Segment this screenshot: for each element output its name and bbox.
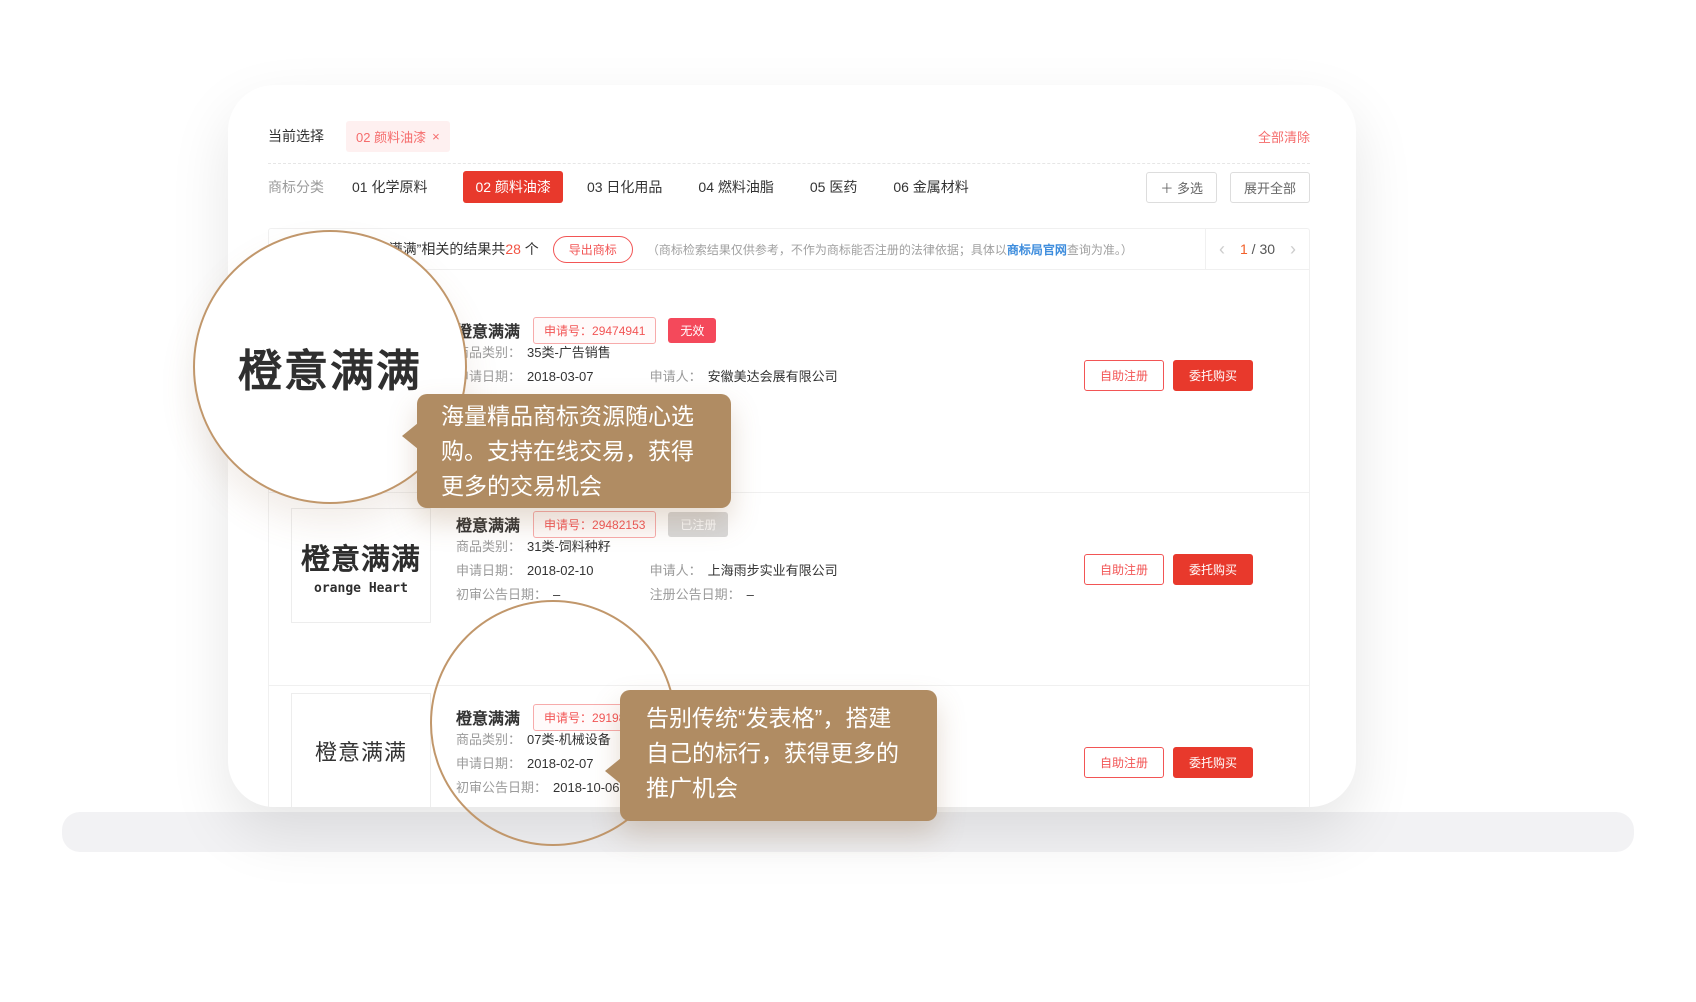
detail-line: 申请日期：2018-03-07 申请人：安徽美达会展有限公司 (456, 365, 838, 389)
tooltip-arrow-icon (402, 423, 418, 449)
detail-line: 申请日期： 2018-02-10 申请人： 上海雨步实业有限公司 (456, 559, 838, 583)
category-item-06[interactable]: 06 金属材料 (893, 177, 968, 197)
total-pages: 30 (1259, 241, 1275, 257)
entrust-purchase-button[interactable]: 委托购买 (1173, 747, 1253, 778)
remove-filter-icon[interactable]: × (432, 129, 440, 144)
trademark-logo-box: 橙意满满 (291, 693, 431, 807)
field-value: 35类-广告销售 (527, 345, 611, 360)
results-header: 为您检索到“橙意满满”相关的结果共28 个 导出商标 （商标检索结果仅供参考，不… (269, 229, 1309, 270)
selected-filter-tag-text: 02 颜料油漆 (356, 127, 426, 146)
field-value: 31类-饲料种籽 (527, 539, 611, 554)
row-main: 橙意满满 申请号：29482153 已注册 商品类别： 31类-饲料种籽 申请日期… (456, 513, 838, 607)
disclaimer-prefix: （商标检索结果仅供参考，不作为商标能否注册的法律依据；具体以 (647, 243, 1007, 257)
result-count: 28 (505, 241, 521, 257)
tooltip-line: 更多的交易机会 (441, 469, 731, 504)
field-value: 2018-02-10 (527, 563, 594, 578)
self-register-button[interactable]: 自助注册 (1084, 360, 1164, 391)
tooltip-arrow-icon (605, 758, 621, 784)
application-number-label: 申请号： (544, 324, 592, 338)
trademark-name[interactable]: 橙意满满 (456, 512, 520, 536)
field-label: 商品类别： (456, 539, 521, 554)
trademark-logo-text: 橙意满满 (315, 735, 407, 767)
table-row: 橙意满满 orange Heart 橙意满满 申请号：29482153 已注册 … (269, 492, 1309, 685)
self-register-button[interactable]: 自助注册 (1084, 747, 1164, 778)
current-selection-bar: 当前选择 02 颜料油漆 × 全部清除 (268, 121, 1310, 151)
tooltip-line: 海量精品商标资源随心选 (441, 399, 731, 434)
trademark-logo-subtext: orange Heart (314, 581, 408, 596)
field-value: 上海雨步实业有限公司 (708, 563, 838, 578)
category-item-03[interactable]: 03 日化用品 (587, 177, 662, 197)
tooltip-promotion: 告别传统“发表格”，搭建 自己的标行，获得更多的 推广机会 (620, 690, 937, 821)
trademark-office-link[interactable]: 商标局官网 (1007, 243, 1067, 257)
field-value: 安徽美达会展有限公司 (708, 369, 838, 384)
row-actions: 自助注册 委托购买 (1084, 360, 1253, 391)
field-value: 2018-03-07 (527, 369, 594, 384)
entrust-purchase-button[interactable]: 委托购买 (1173, 360, 1253, 391)
field-label: 申请人： (650, 563, 702, 578)
field-value: – (747, 587, 754, 602)
tooltip-line: 推广机会 (646, 771, 937, 806)
multi-select-button[interactable]: ＋ 多选 (1146, 172, 1217, 203)
page-indicator: 1 / 30 (1240, 241, 1275, 257)
category-item-02-selected[interactable]: 02 颜料油漆 (463, 171, 562, 203)
self-register-button[interactable]: 自助注册 (1084, 554, 1164, 585)
trademark-logo-box: 橙意满满 orange Heart (291, 508, 431, 623)
trademark-name[interactable]: 橙意满满 (456, 318, 520, 342)
category-label: 商标分类 (268, 177, 324, 197)
disclaimer-suffix: 查询为准。） (1067, 243, 1133, 257)
disclaimer: （商标检索结果仅供参考，不作为商标能否注册的法律依据；具体以商标局官网查询为准。… (647, 241, 1133, 258)
tooltip-line: 告别传统“发表格”，搭建 (646, 701, 937, 736)
field-label: 注册公告日期： (650, 587, 741, 602)
field-label: 初审公告日期： (456, 587, 547, 602)
tooltip-line: 购。支持在线交易，获得 (441, 434, 731, 469)
tooltip-line: 自己的标行，获得更多的 (646, 736, 937, 771)
current-selection-label: 当前选择 (268, 126, 324, 146)
row-actions: 自助注册 委托购买 (1084, 747, 1253, 778)
category-bar: 商标分类 01 化学原料 02 颜料油漆 03 日化用品 04 燃料油脂 05 … (268, 172, 1310, 202)
clear-all-button[interactable]: 全部清除 (1258, 127, 1310, 146)
trademark-logo-text: 橙意满满 (301, 536, 421, 578)
entrust-purchase-button[interactable]: 委托购买 (1173, 554, 1253, 585)
field-label: 申请日期： (456, 563, 521, 578)
current-page: 1 (1240, 241, 1248, 257)
detail-line: 商品类别：35类-广告销售 (456, 341, 838, 365)
tooltip-marketplace: 海量精品商标资源随心选 购。支持在线交易，获得 更多的交易机会 (417, 394, 731, 508)
detail-line: 初审公告日期：– 注册公告日期：– (456, 583, 838, 607)
next-page-icon[interactable]: › (1290, 240, 1296, 258)
application-number-pill: 申请号：29474941 (533, 317, 656, 344)
application-number: 29474941 (592, 324, 645, 338)
application-number: 29482153 (592, 518, 645, 532)
application-number-pill: 申请号：29482153 (533, 511, 656, 538)
detail-line: 商品类别： 31类-饲料种籽 (456, 535, 838, 559)
row-main: 橙意满满 申请号：29474941 无效 商品类别：35类-广告销售 申请日期：… (456, 319, 838, 389)
category-item-05[interactable]: 05 医药 (810, 177, 857, 197)
status-badge: 无效 (668, 318, 716, 343)
field-label: 申请人： (650, 369, 702, 384)
prev-page-icon[interactable]: ‹ (1219, 240, 1225, 258)
magnified-trademark-text: 橙意满满 (238, 335, 422, 399)
dashed-divider (268, 163, 1310, 164)
selected-filter-tag[interactable]: 02 颜料油漆 × (346, 121, 450, 152)
status-badge: 已注册 (668, 512, 728, 537)
export-trademark-button[interactable]: 导出商标 (553, 236, 633, 263)
pagination: ‹ 1 / 30 › (1205, 229, 1309, 269)
category-item-01[interactable]: 01 化学原料 (352, 177, 427, 197)
page: 当前选择 02 颜料油漆 × 全部清除 商标分类 01 化学原料 02 颜料油漆… (0, 0, 1696, 1002)
page-separator: / (1248, 241, 1260, 257)
expand-all-button[interactable]: 展开全部 (1230, 172, 1310, 203)
category-item-04[interactable]: 04 燃料油脂 (698, 177, 773, 197)
summary-suffix: 个 (521, 241, 539, 257)
application-number-label: 申请号： (544, 518, 592, 532)
row-actions: 自助注册 委托购买 (1084, 554, 1253, 585)
